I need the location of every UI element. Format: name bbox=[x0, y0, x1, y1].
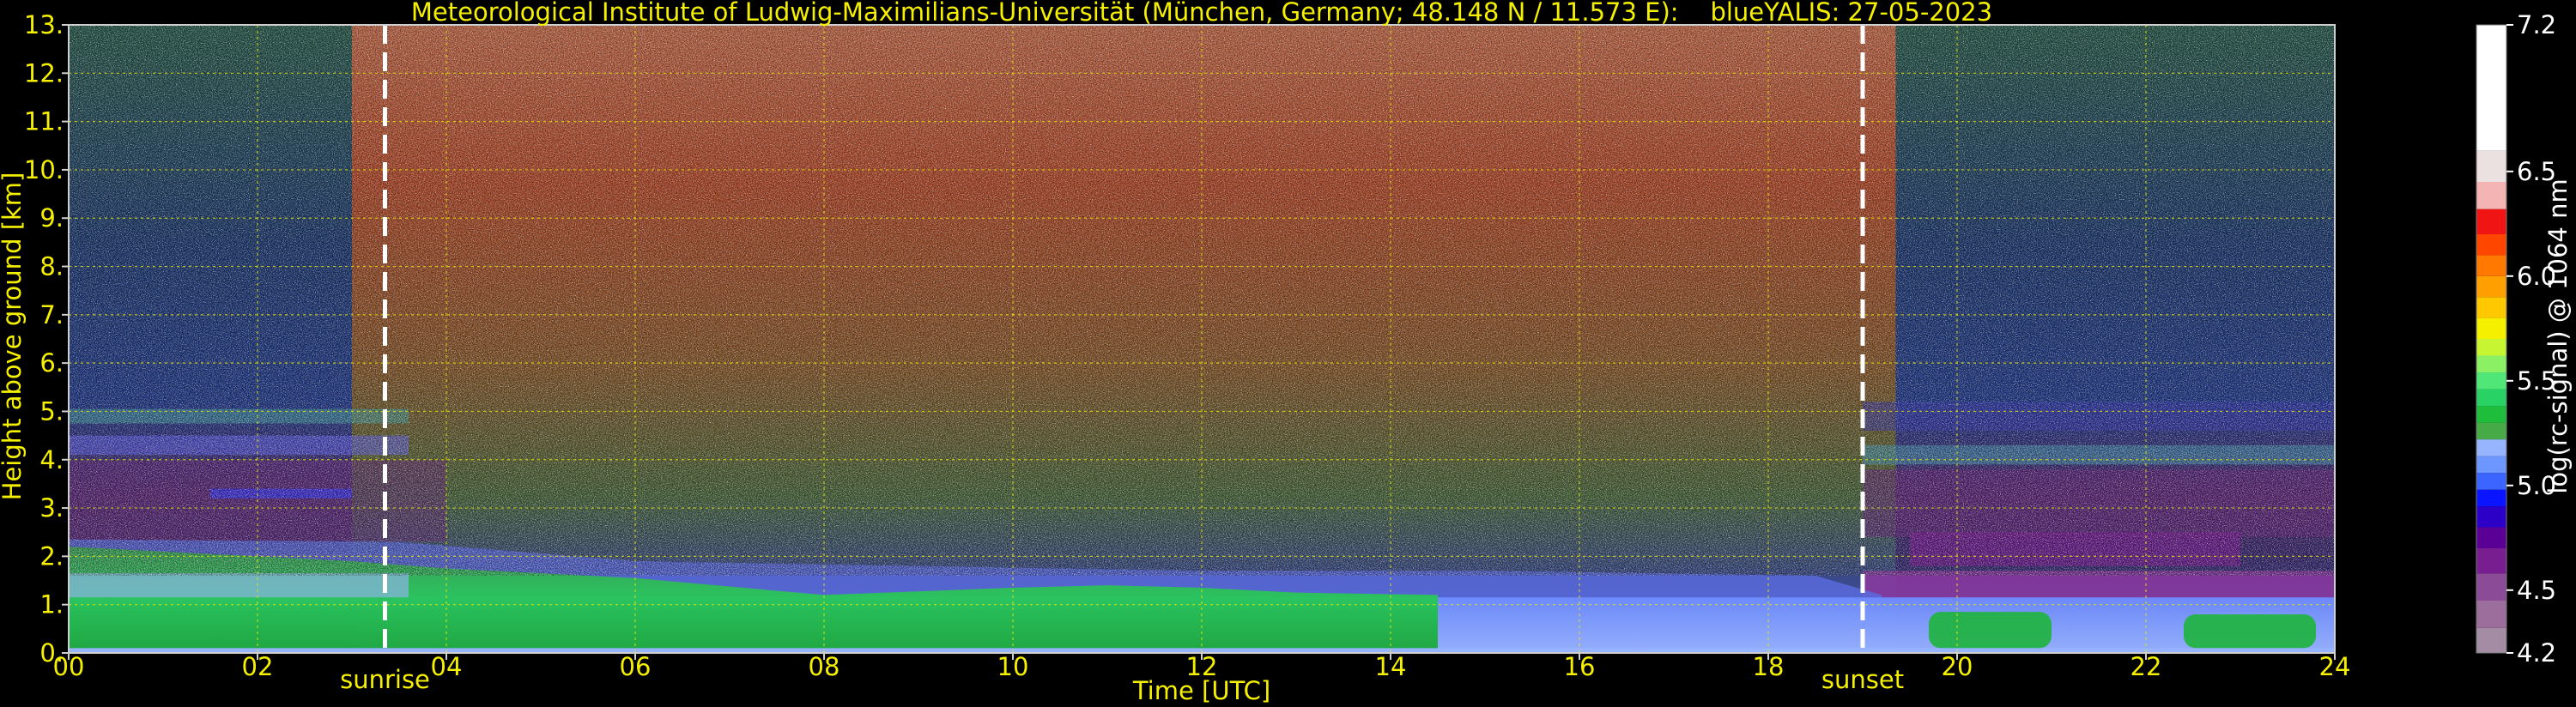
colorbar-label: log(rc-signal) @ 1064 nm bbox=[2543, 178, 2573, 493]
colorbar-band bbox=[2476, 439, 2506, 456]
colorbar-bands bbox=[2476, 25, 2506, 653]
colorbar-band bbox=[2476, 355, 2506, 373]
event-labels: sunrise sunset bbox=[340, 665, 1904, 694]
colorbar-band bbox=[2476, 234, 2506, 256]
colorbar-band bbox=[2476, 297, 2506, 318]
colorbar-band bbox=[2476, 339, 2506, 356]
colorbar-band bbox=[2476, 422, 2506, 440]
colorbar-band bbox=[2476, 317, 2506, 339]
signal-noise-dark bbox=[69, 25, 2335, 576]
colorbar-band bbox=[2476, 473, 2506, 490]
colorbar-tick-label: 4.2 bbox=[2517, 638, 2556, 668]
x-tick-label: 16 bbox=[1564, 652, 1596, 681]
y-tick-label: 6. bbox=[39, 348, 64, 378]
colorbar-band bbox=[2476, 506, 2506, 528]
chart-title: Meteorological Institute of Ludwig-Maxim… bbox=[411, 0, 1992, 27]
lidar-chart: 00 02 04 06 08 10 12 14 16 18 20 22 24 0.1.2.3.4.5.6… bbox=[0, 0, 2573, 705]
y-tick-label: 10. bbox=[24, 155, 64, 184]
colorbar-band bbox=[2476, 208, 2506, 234]
colorbar-band bbox=[2476, 25, 2506, 151]
colorbar-band bbox=[2476, 372, 2506, 390]
colorbar-band bbox=[2476, 150, 2506, 182]
y-tick-label: 9. bbox=[39, 203, 64, 233]
y-tick-label: 3. bbox=[39, 493, 64, 523]
x-tick-label: 02 bbox=[242, 652, 274, 681]
x-tick-label: 06 bbox=[620, 652, 652, 681]
y-axis-ticks: 0. 1. 2. 3. 4. 5. 6. 7. 8. 9. 10. 11. 12. 13. bbox=[24, 10, 69, 668]
colorbar-band bbox=[2476, 548, 2506, 574]
low-aerosol-patch bbox=[1929, 612, 2052, 649]
colorbar-band bbox=[2476, 406, 2506, 423]
y-tick-label: 4. bbox=[39, 445, 64, 474]
colorbar-band bbox=[2476, 255, 2506, 276]
colorbar-tick-label: 7.2 bbox=[2517, 10, 2556, 39]
colorbar-band bbox=[2476, 489, 2506, 507]
x-tick-label: 22 bbox=[2131, 652, 2162, 681]
y-tick-label: 5. bbox=[39, 396, 64, 426]
x-tick-label: 08 bbox=[809, 652, 840, 681]
y-tick-label: 0. bbox=[39, 638, 64, 668]
x-tick-label: 20 bbox=[1942, 652, 1973, 681]
colorbar-band bbox=[2476, 601, 2506, 628]
y-tick-label: 12. bbox=[24, 58, 64, 88]
colorbar: 4.24.55.05.56.06.57.2 log(rc-signal) @ 1… bbox=[2476, 10, 2573, 668]
x-tick-label: 18 bbox=[1753, 652, 1785, 681]
colorbar-band bbox=[2476, 627, 2506, 653]
y-tick-label: 11. bbox=[24, 107, 64, 136]
sunset-label: sunset bbox=[1821, 665, 1904, 694]
x-tick-label: 24 bbox=[2319, 652, 2351, 681]
x-tick-label: 10 bbox=[997, 652, 1029, 681]
x-axis-label: Time [UTC] bbox=[1132, 676, 1270, 705]
sunrise-label: sunrise bbox=[340, 665, 430, 694]
colorbar-band bbox=[2476, 182, 2506, 209]
colorbar-band bbox=[2476, 573, 2506, 601]
y-tick-label: 1. bbox=[39, 590, 64, 619]
y-tick-label: 13. bbox=[24, 10, 64, 39]
boundary-sublayer bbox=[69, 573, 409, 598]
colorbar-band bbox=[2476, 527, 2506, 548]
colorbar-tick-label: 4.5 bbox=[2517, 576, 2556, 605]
colorbar-band bbox=[2476, 456, 2506, 474]
x-tick-label: 04 bbox=[431, 652, 463, 681]
x-tick-label: 14 bbox=[1375, 652, 1407, 681]
colorbar-band bbox=[2476, 389, 2506, 407]
y-tick-label: 7. bbox=[39, 300, 64, 329]
colorbar-band bbox=[2476, 275, 2506, 298]
y-tick-label: 8. bbox=[39, 252, 64, 281]
low-aerosol-patch bbox=[2184, 613, 2316, 649]
y-axis-label: Height above ground [km] bbox=[0, 172, 27, 501]
y-tick-label: 2. bbox=[39, 541, 64, 571]
